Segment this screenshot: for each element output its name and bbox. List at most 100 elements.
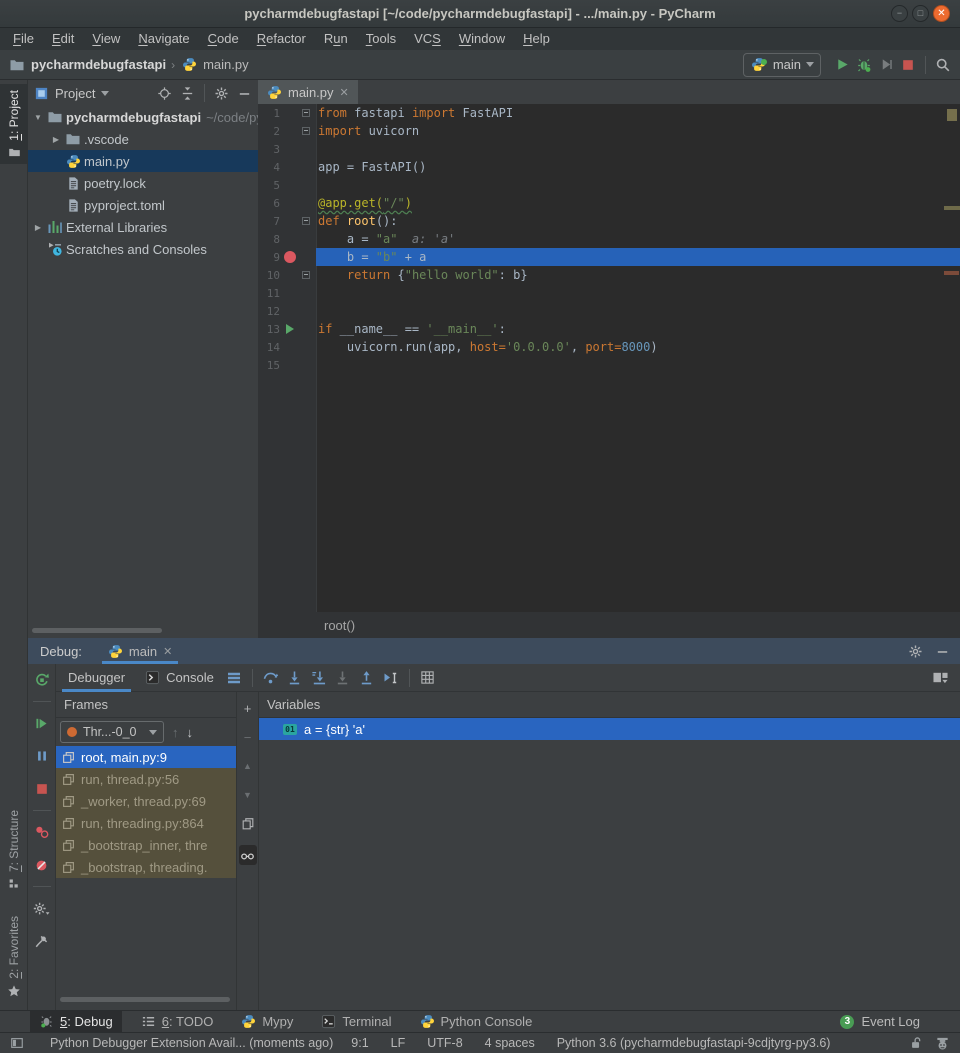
inspection-indicator[interactable] xyxy=(947,109,957,121)
menu-item-run[interactable]: Run xyxy=(315,28,357,50)
variable-row[interactable]: 01 a = {str} 'a' xyxy=(259,718,960,740)
code-line-3[interactable]: 3 xyxy=(258,140,960,158)
debug-session-tab[interactable]: main ✕ xyxy=(102,638,178,664)
minimize-button[interactable]: − xyxy=(891,5,908,22)
menu-item-view[interactable]: View xyxy=(83,28,129,50)
code-line-12[interactable]: 12 xyxy=(258,302,960,320)
code-line-1[interactable]: 1from fastapi import FastAPI xyxy=(258,104,960,122)
stop-button[interactable] xyxy=(897,54,919,76)
step-into-my-code-icon[interactable] xyxy=(307,666,331,690)
lock-icon[interactable] xyxy=(909,1036,923,1050)
step-into-icon[interactable] xyxy=(283,666,307,690)
stop-process-icon[interactable] xyxy=(30,777,54,801)
expander-right-icon[interactable]: ▶ xyxy=(30,223,46,232)
code-line-2[interactable]: 2import uvicorn xyxy=(258,122,960,140)
force-step-into-icon[interactable] xyxy=(331,666,355,690)
thread-selector[interactable]: Thr...-0_0 xyxy=(60,721,164,743)
code-line-9[interactable]: 9 b = "b" + a xyxy=(258,248,960,266)
show-watches-glasses-icon[interactable] xyxy=(239,845,257,865)
menu-item-tools[interactable]: Tools xyxy=(357,28,405,50)
project-view-title[interactable]: Project xyxy=(55,86,95,101)
tree-item-pycharmdebugfastapi[interactable]: ▼pycharmdebugfastapi~/code/pycharmdebugf… xyxy=(28,106,258,128)
locate-file-icon[interactable] xyxy=(157,86,172,101)
code-line-5[interactable]: 5 xyxy=(258,176,960,194)
pin-tab-icon[interactable] xyxy=(30,929,54,953)
tree-item-pyproject-toml[interactable]: pyproject.toml xyxy=(28,194,258,216)
toolwindow-button-terminal[interactable]: Terminal xyxy=(312,1011,400,1032)
breadcrumb-file[interactable]: main.py xyxy=(203,57,249,72)
frame-bootstrap-threading[interactable]: _bootstrap, threading. xyxy=(56,856,236,878)
debug-settings-gear-icon[interactable] xyxy=(30,896,54,920)
fold-marker-icon[interactable] xyxy=(299,109,312,117)
debug-button[interactable] xyxy=(853,54,875,76)
frame-worker-thread-py-69[interactable]: _worker, thread.py:69 xyxy=(56,790,236,812)
resume-program-icon[interactable] xyxy=(30,711,54,735)
tree-item-scratches-and-consoles[interactable]: Scratches and Consoles xyxy=(28,238,258,260)
line-separator[interactable]: LF xyxy=(391,1036,406,1050)
tree-item-vscode[interactable]: ▶.vscode xyxy=(28,128,258,150)
status-message[interactable]: Python Debugger Extension Avail... (mome… xyxy=(50,1036,333,1050)
code-editor[interactable]: 1from fastapi import FastAPI2import uvic… xyxy=(258,104,960,612)
next-frame-icon[interactable]: ↓ xyxy=(187,725,194,740)
run-button[interactable] xyxy=(831,54,853,76)
menu-item-edit[interactable]: Edit xyxy=(43,28,83,50)
restore-layout-icon[interactable] xyxy=(928,666,952,690)
frames-horizontal-scrollbar[interactable] xyxy=(60,997,230,1002)
close-button[interactable]: ✕ xyxy=(933,5,950,22)
menu-item-code[interactable]: Code xyxy=(199,28,248,50)
run-configuration-select[interactable]: main xyxy=(743,53,821,77)
warning-scroll-mark[interactable] xyxy=(944,206,960,210)
fold-marker-icon[interactable] xyxy=(299,271,312,279)
breakpoint-icon[interactable] xyxy=(280,251,299,263)
tree-item-external-libraries[interactable]: ▶External Libraries xyxy=(28,216,258,238)
menu-item-navigate[interactable]: Navigate xyxy=(129,28,198,50)
tree-item-poetry-lock[interactable]: poetry.lock xyxy=(28,172,258,194)
frame-run-threading-py-864[interactable]: run, threading.py:864 xyxy=(56,812,236,834)
project-horizontal-scrollbar[interactable] xyxy=(32,628,162,633)
code-line-8[interactable]: 8 a = "a" a: 'a' xyxy=(258,230,960,248)
code-line-15[interactable]: 15 xyxy=(258,356,960,374)
event-log-button[interactable]: 3 Event Log xyxy=(840,1014,920,1029)
previous-frame-icon[interactable]: ↑ xyxy=(172,725,179,740)
remove-watch-icon[interactable]: − xyxy=(239,729,257,745)
close-session-icon[interactable]: ✕ xyxy=(163,645,172,658)
gear-icon[interactable] xyxy=(908,644,923,659)
gear-icon[interactable] xyxy=(214,86,229,101)
code-line-14[interactable]: 14 uvicorn.run(app, host='0.0.0.0', port… xyxy=(258,338,960,356)
move-watch-down-icon[interactable]: ▼ xyxy=(239,787,257,803)
tab-console[interactable]: Console xyxy=(137,664,222,692)
close-tab-icon[interactable]: ✕ xyxy=(340,86,349,99)
title-bar[interactable]: pycharmdebugfastapi [~/code/pycharmdebug… xyxy=(0,0,960,28)
fold-marker-icon[interactable] xyxy=(299,127,312,135)
tree-item-main-py[interactable]: main.py xyxy=(28,150,258,172)
editor-tab-main-py[interactable]: main.py ✕ xyxy=(258,80,358,104)
mute-breakpoints-icon[interactable] xyxy=(30,853,54,877)
expander-down-icon[interactable]: ▼ xyxy=(30,113,46,122)
breakpoint-scroll-mark[interactable] xyxy=(944,271,959,275)
code-line-4[interactable]: 4app = FastAPI() xyxy=(258,158,960,176)
interpreter[interactable]: Python 3.6 (pycharmdebugfastapi-9cdjtyrg… xyxy=(557,1036,831,1050)
code-line-13[interactable]: 13if __name__ == '__main__': xyxy=(258,320,960,338)
toolwindow-button-python-console[interactable]: Python Console xyxy=(411,1011,542,1032)
evaluate-expression-icon[interactable] xyxy=(416,666,440,690)
breadcrumb-project[interactable]: pycharmdebugfastapi xyxy=(31,57,166,72)
view-breakpoints-icon[interactable] xyxy=(30,820,54,844)
run-gutter-icon[interactable] xyxy=(280,324,299,334)
frame-run-thread-py-56[interactable]: run, thread.py:56 xyxy=(56,768,236,790)
move-watch-up-icon[interactable]: ▲ xyxy=(239,758,257,774)
indent-setting[interactable]: 4 spaces xyxy=(485,1036,535,1050)
collapse-all-icon[interactable] xyxy=(180,86,195,101)
rerun-icon[interactable] xyxy=(30,668,54,692)
hide-panel-icon[interactable] xyxy=(237,86,252,101)
maximize-button[interactable]: □ xyxy=(912,5,929,22)
frame-root-main-py-9[interactable]: root, main.py:9 xyxy=(56,746,236,768)
highlighting-level-icon[interactable] xyxy=(935,1036,950,1051)
fold-marker-icon[interactable] xyxy=(299,217,312,225)
menu-item-window[interactable]: Window xyxy=(450,28,514,50)
menu-item-refactor[interactable]: Refactor xyxy=(248,28,315,50)
code-line-6[interactable]: 6@app.get("/") xyxy=(258,194,960,212)
code-line-7[interactable]: 7def root(): xyxy=(258,212,960,230)
menu-item-vcs[interactable]: VCS xyxy=(405,28,450,50)
tab-debugger[interactable]: Debugger xyxy=(60,664,133,692)
toolwindow-button-mypy[interactable]: Mypy xyxy=(232,1011,302,1032)
